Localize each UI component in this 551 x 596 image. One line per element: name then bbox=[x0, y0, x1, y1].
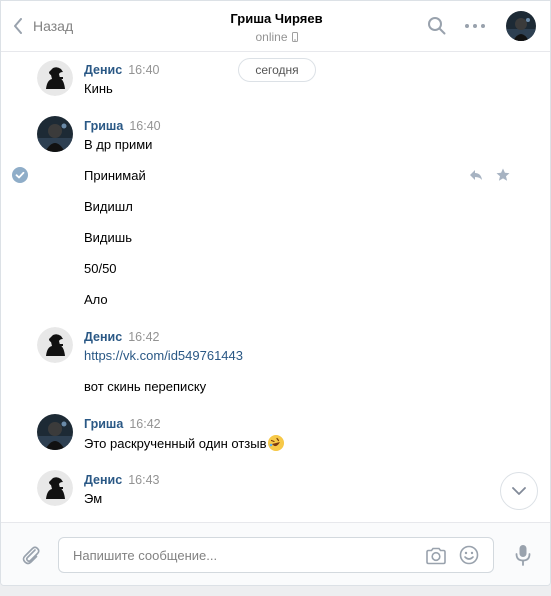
more-actions-button[interactable] bbox=[463, 15, 487, 37]
chat-title[interactable]: Гриша Чиряев bbox=[230, 11, 322, 26]
message-header: Гриша 16:42 bbox=[84, 417, 161, 431]
message-composer: Напишите сообщение... bbox=[1, 522, 550, 585]
avatar[interactable] bbox=[37, 327, 73, 363]
message-text: Ало bbox=[84, 292, 108, 307]
contact-avatar[interactable] bbox=[506, 11, 536, 41]
reply-icon bbox=[470, 170, 482, 180]
message-text: Видишл bbox=[84, 199, 133, 214]
chat-header: Назад Гриша Чиряев online bbox=[1, 1, 550, 52]
message-input[interactable]: Напишите сообщение... bbox=[58, 537, 494, 573]
contact-avatar-image bbox=[37, 414, 73, 450]
message-select-checkbox[interactable] bbox=[12, 167, 28, 183]
search-button[interactable] bbox=[426, 15, 448, 37]
scroll-down-button[interactable] bbox=[500, 472, 538, 510]
sherlock-avatar-image bbox=[37, 470, 73, 506]
rofl-emoji-icon bbox=[267, 435, 284, 451]
checkmark-icon bbox=[15, 171, 25, 179]
message-time: 16:43 bbox=[128, 473, 160, 487]
message-input-placeholder: Напишите сообщение... bbox=[73, 548, 218, 563]
chat-window: Назад Гриша Чиряев online сегодня Денис … bbox=[0, 0, 551, 586]
online-status: online bbox=[255, 30, 298, 44]
star-icon bbox=[496, 168, 510, 181]
message-time: 16:40 bbox=[129, 119, 161, 133]
message-text: В др прими bbox=[84, 137, 153, 152]
message-text: Эм bbox=[84, 491, 103, 506]
mobile-phone-icon bbox=[291, 32, 298, 42]
voice-message-button[interactable] bbox=[512, 543, 534, 567]
author-name[interactable]: Денис bbox=[84, 473, 122, 487]
message-text: Кинь bbox=[84, 81, 113, 96]
attach-button[interactable] bbox=[20, 544, 42, 566]
message-header: Денис 16:43 bbox=[84, 473, 159, 487]
author-name[interactable]: Денис bbox=[84, 63, 122, 77]
camera-button[interactable] bbox=[425, 546, 447, 566]
message-text: Это раскрученный один отзыв bbox=[84, 436, 267, 451]
profile-link[interactable]: https://vk.com/id549761443 bbox=[84, 348, 243, 363]
date-separator: сегодня bbox=[238, 58, 316, 82]
message-text: Видишь bbox=[84, 230, 132, 245]
contact-avatar-image bbox=[37, 116, 73, 152]
avatar[interactable] bbox=[37, 116, 73, 152]
smile-icon bbox=[459, 545, 479, 565]
message-time: 16:40 bbox=[128, 63, 160, 77]
author-name[interactable]: Гриша bbox=[84, 417, 123, 431]
message-text: Принимай bbox=[84, 168, 146, 183]
back-button[interactable]: Назад bbox=[13, 15, 73, 37]
avatar[interactable] bbox=[37, 470, 73, 506]
message-header: Гриша 16:40 bbox=[84, 119, 161, 133]
avatar[interactable] bbox=[37, 414, 73, 450]
camera-icon bbox=[426, 547, 446, 565]
message-time: 16:42 bbox=[129, 417, 161, 431]
emoji-button[interactable] bbox=[459, 545, 479, 565]
avatar[interactable] bbox=[37, 60, 73, 96]
reply-button[interactable] bbox=[468, 167, 484, 183]
back-label: Назад bbox=[33, 18, 74, 34]
chevron-left-icon bbox=[14, 18, 22, 34]
message-text: 50/50 bbox=[84, 261, 117, 276]
message-history[interactable]: сегодня Денис 16:40 Кинь Гриша 16:40 В д… bbox=[1, 52, 550, 522]
message-time: 16:42 bbox=[128, 330, 160, 344]
paperclip-icon bbox=[22, 546, 40, 565]
more-dots-icon bbox=[465, 24, 485, 28]
chevron-down-icon bbox=[512, 487, 526, 495]
contact-avatar-image bbox=[506, 11, 536, 41]
search-icon bbox=[428, 17, 446, 35]
message-header: Денис 16:42 bbox=[84, 330, 159, 344]
message-header: Денис 16:40 bbox=[84, 63, 159, 77]
author-name[interactable]: Денис bbox=[84, 330, 122, 344]
sherlock-avatar-image bbox=[37, 327, 73, 363]
message-text: вот скинь переписку bbox=[84, 379, 207, 394]
message-row: Это раскрученный один отзыв bbox=[84, 435, 284, 451]
microphone-icon bbox=[515, 545, 531, 566]
favorite-button[interactable] bbox=[495, 167, 511, 183]
author-name[interactable]: Гриша bbox=[84, 119, 123, 133]
online-status-label: online bbox=[255, 30, 288, 44]
message-link: https://vk.com/id549761443 bbox=[84, 348, 243, 363]
sherlock-avatar-image bbox=[37, 60, 73, 96]
